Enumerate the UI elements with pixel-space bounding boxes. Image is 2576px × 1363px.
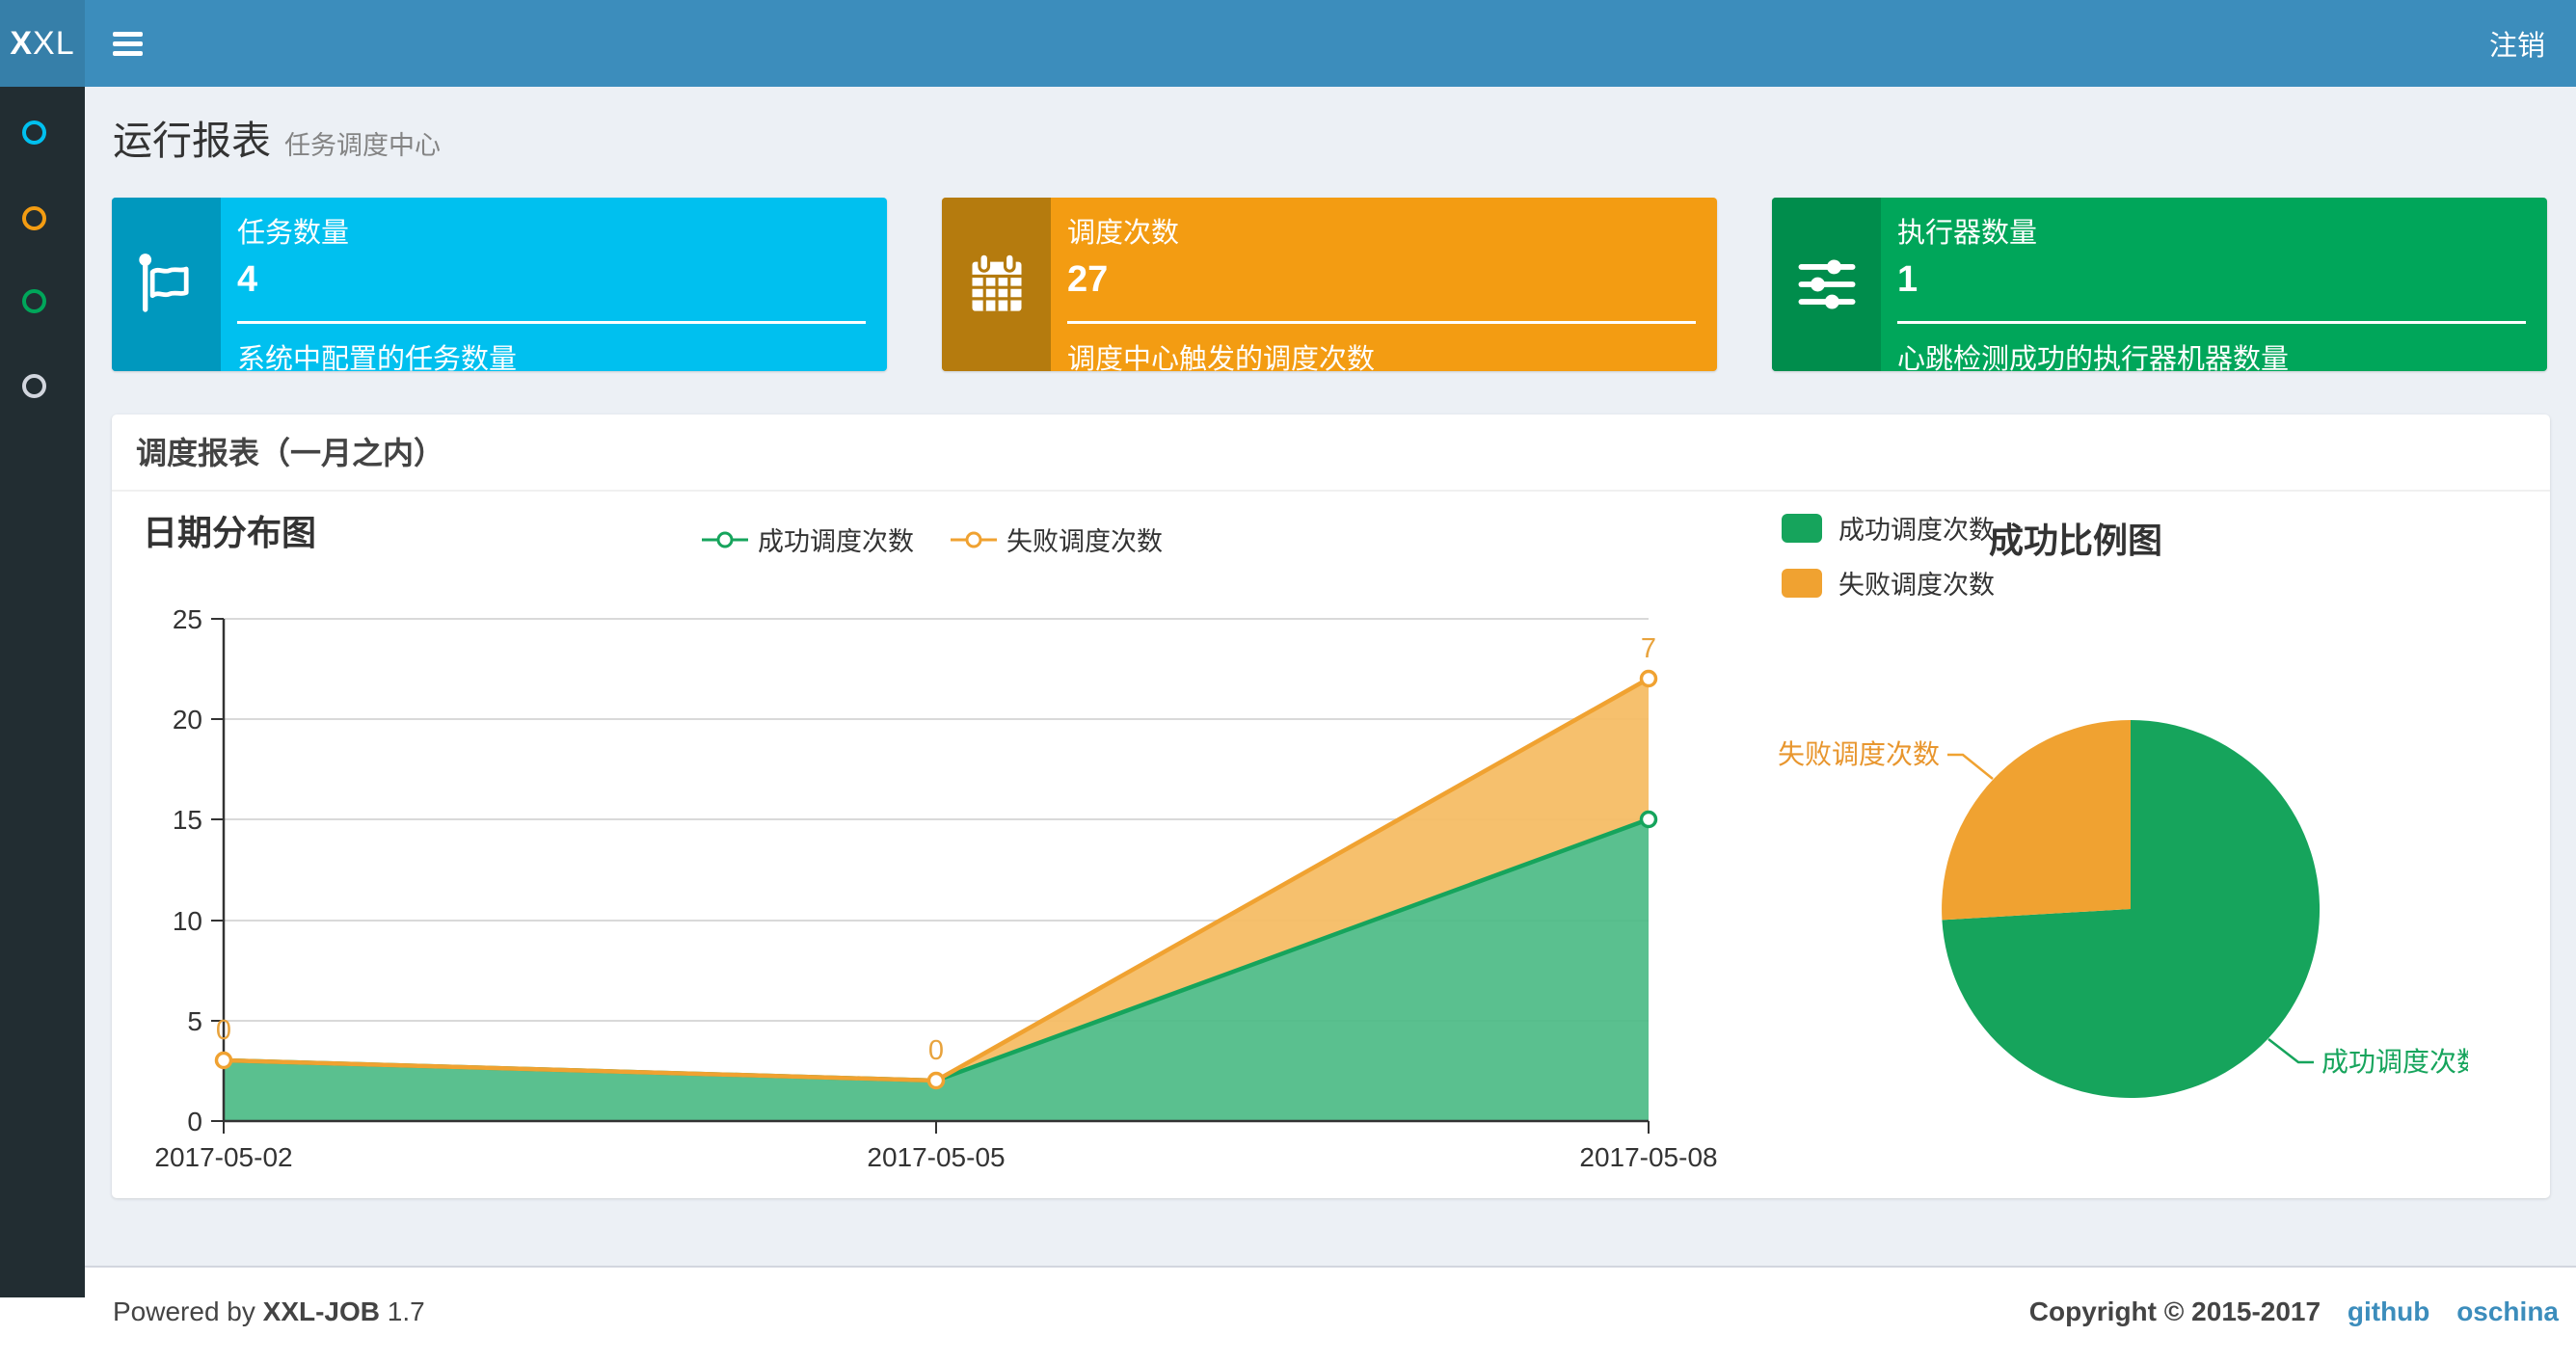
y-tick-label: 20 [173,705,202,735]
line-marker-icon [702,531,748,548]
x-tick-label: 2017-05-08 [1579,1142,1717,1172]
legend-label: 失败调度次数 [1006,527,1163,556]
y-tick-label: 15 [173,805,202,835]
info-box-value: 4 [237,259,258,300]
panel-title: 调度报表（一月之内） [112,414,2550,492]
pie-slice-fail [1942,720,2131,921]
legend-item-fail[interactable]: 失败调度次数 [951,521,1163,558]
page-header: 运行报表 任务调度中心 [113,108,441,166]
legend-item-fail[interactable]: 失败调度次数 [1782,564,1995,601]
fail-point-label: 0 [216,1015,231,1046]
calendar-icon [942,198,1051,371]
schedule-report-panel: 调度报表（一月之内） 日期分布图 成功调度次数 失败调度次数 0 0 7 25 … [112,414,2550,1198]
fail-point-label: 7 [1641,633,1656,664]
logout-button[interactable]: 注销 [2482,0,2553,87]
info-box-title: 执行器数量 [1897,218,2038,249]
info-box-executor-count: 执行器数量 1 心跳检测成功的执行器机器数量 [1772,198,2547,375]
legend-label: 成功调度次数 [1838,516,1995,545]
info-box-divider [1067,321,1696,324]
page-title: 运行报表 [113,119,271,163]
legend-swatch-icon [1782,568,1822,598]
top-navbar: X XL 注销 [0,0,2576,87]
fail-point-label: 0 [928,1035,944,1066]
pie-callout-line-fail [1947,753,1994,780]
info-box-trigger-count: 调度次数 27 调度中心触发的调度次数 [942,198,1717,375]
footer: Powered by XXL-JOB 1.7 Copyright © 2015-… [0,1266,2576,1363]
legend-swatch-icon [1782,513,1822,543]
info-box-description: 心跳检测成功的执行器机器数量 [1897,344,2290,375]
pie-chart-legend: 成功调度次数 失败调度次数 [1782,509,1995,619]
info-box-description: 调度中心触发的调度次数 [1067,344,1376,375]
info-box-description: 系统中配置的任务数量 [237,344,518,375]
info-box-job-count: 任务数量 4 系统中配置的任务数量 [112,198,887,375]
fail-point [926,1071,946,1090]
line-chart-legend: 成功调度次数 失败调度次数 [702,521,1163,558]
line-marker-icon [951,531,997,548]
success-point [1639,810,1658,829]
footer-version: 1.7 [387,1296,425,1326]
footer-powered-by: Powered by XXL-JOB 1.7 [113,1296,425,1326]
legend-label: 失败调度次数 [1838,571,1995,600]
oschina-link[interactable]: oschina [2456,1296,2559,1326]
pie-callout-line-success [2267,1038,2314,1064]
sliders-icon [1772,198,1881,371]
sidebar-item-help-icon[interactable] [22,374,46,398]
legend-item-success[interactable]: 成功调度次数 [1782,509,1995,547]
github-link[interactable]: github [2348,1296,2430,1326]
y-tick-label: 25 [173,604,202,634]
app-logo[interactable]: X XL [0,0,85,87]
info-box-title: 调度次数 [1067,218,1180,249]
logo-text-bold: X [10,24,34,62]
sidebar-toggle-button[interactable] [98,0,156,87]
fail-point [1639,669,1658,688]
info-box-value: 1 [1897,259,1919,300]
sidebar-item-executor-manage-icon[interactable] [22,289,46,313]
page-subtitle: 任务调度中心 [284,131,441,160]
y-tick-label: 5 [187,1006,202,1036]
flag-icon [112,198,221,371]
info-box-title: 任务数量 [237,218,350,249]
date-distribution-chart: 0 0 7 25 20 15 10 5 0 2017-05-02 2017-05… [154,604,1717,1172]
pie-callout-label-success: 成功调度次数 [2321,1047,2468,1077]
fail-point [214,1051,233,1070]
y-tick-label: 0 [187,1107,202,1136]
sidebar-item-job-manage-icon[interactable] [22,206,46,230]
info-box-divider [1897,321,2526,324]
footer-brand: XXL-JOB [262,1296,380,1326]
x-tick-label: 2017-05-05 [867,1142,1005,1172]
line-chart-title: 日期分布图 [143,513,317,552]
sidebar [0,87,85,1297]
hamburger-icon [112,31,143,56]
summary-boxes: 任务数量 4 系统中配置的任务数量 调度次数 27 调度中心触发的调度次数 执行… [112,198,2547,375]
logo-text: XL [33,24,75,62]
success-ratio-pie-chart: 失败调度次数 成功调度次数 [1778,720,2468,1098]
sidebar-item-running-report-icon[interactable] [22,120,46,145]
y-tick-label: 10 [173,906,202,936]
pie-callout-label-fail: 失败调度次数 [1778,739,1940,769]
info-box-divider [237,321,866,324]
content-area: 运行报表 任务调度中心 任务数量 4 系统中配置的任务数量 调度次数 27 调度… [85,87,2576,1266]
legend-item-success[interactable]: 成功调度次数 [702,521,914,558]
legend-label: 成功调度次数 [758,527,914,556]
x-tick-label: 2017-05-02 [154,1142,292,1172]
footer-copyright: Copyright © 2015-2017 github oschina [2028,1296,2559,1326]
pie-chart-title: 成功比例图 [1989,521,2163,560]
info-box-value: 27 [1067,259,1109,300]
